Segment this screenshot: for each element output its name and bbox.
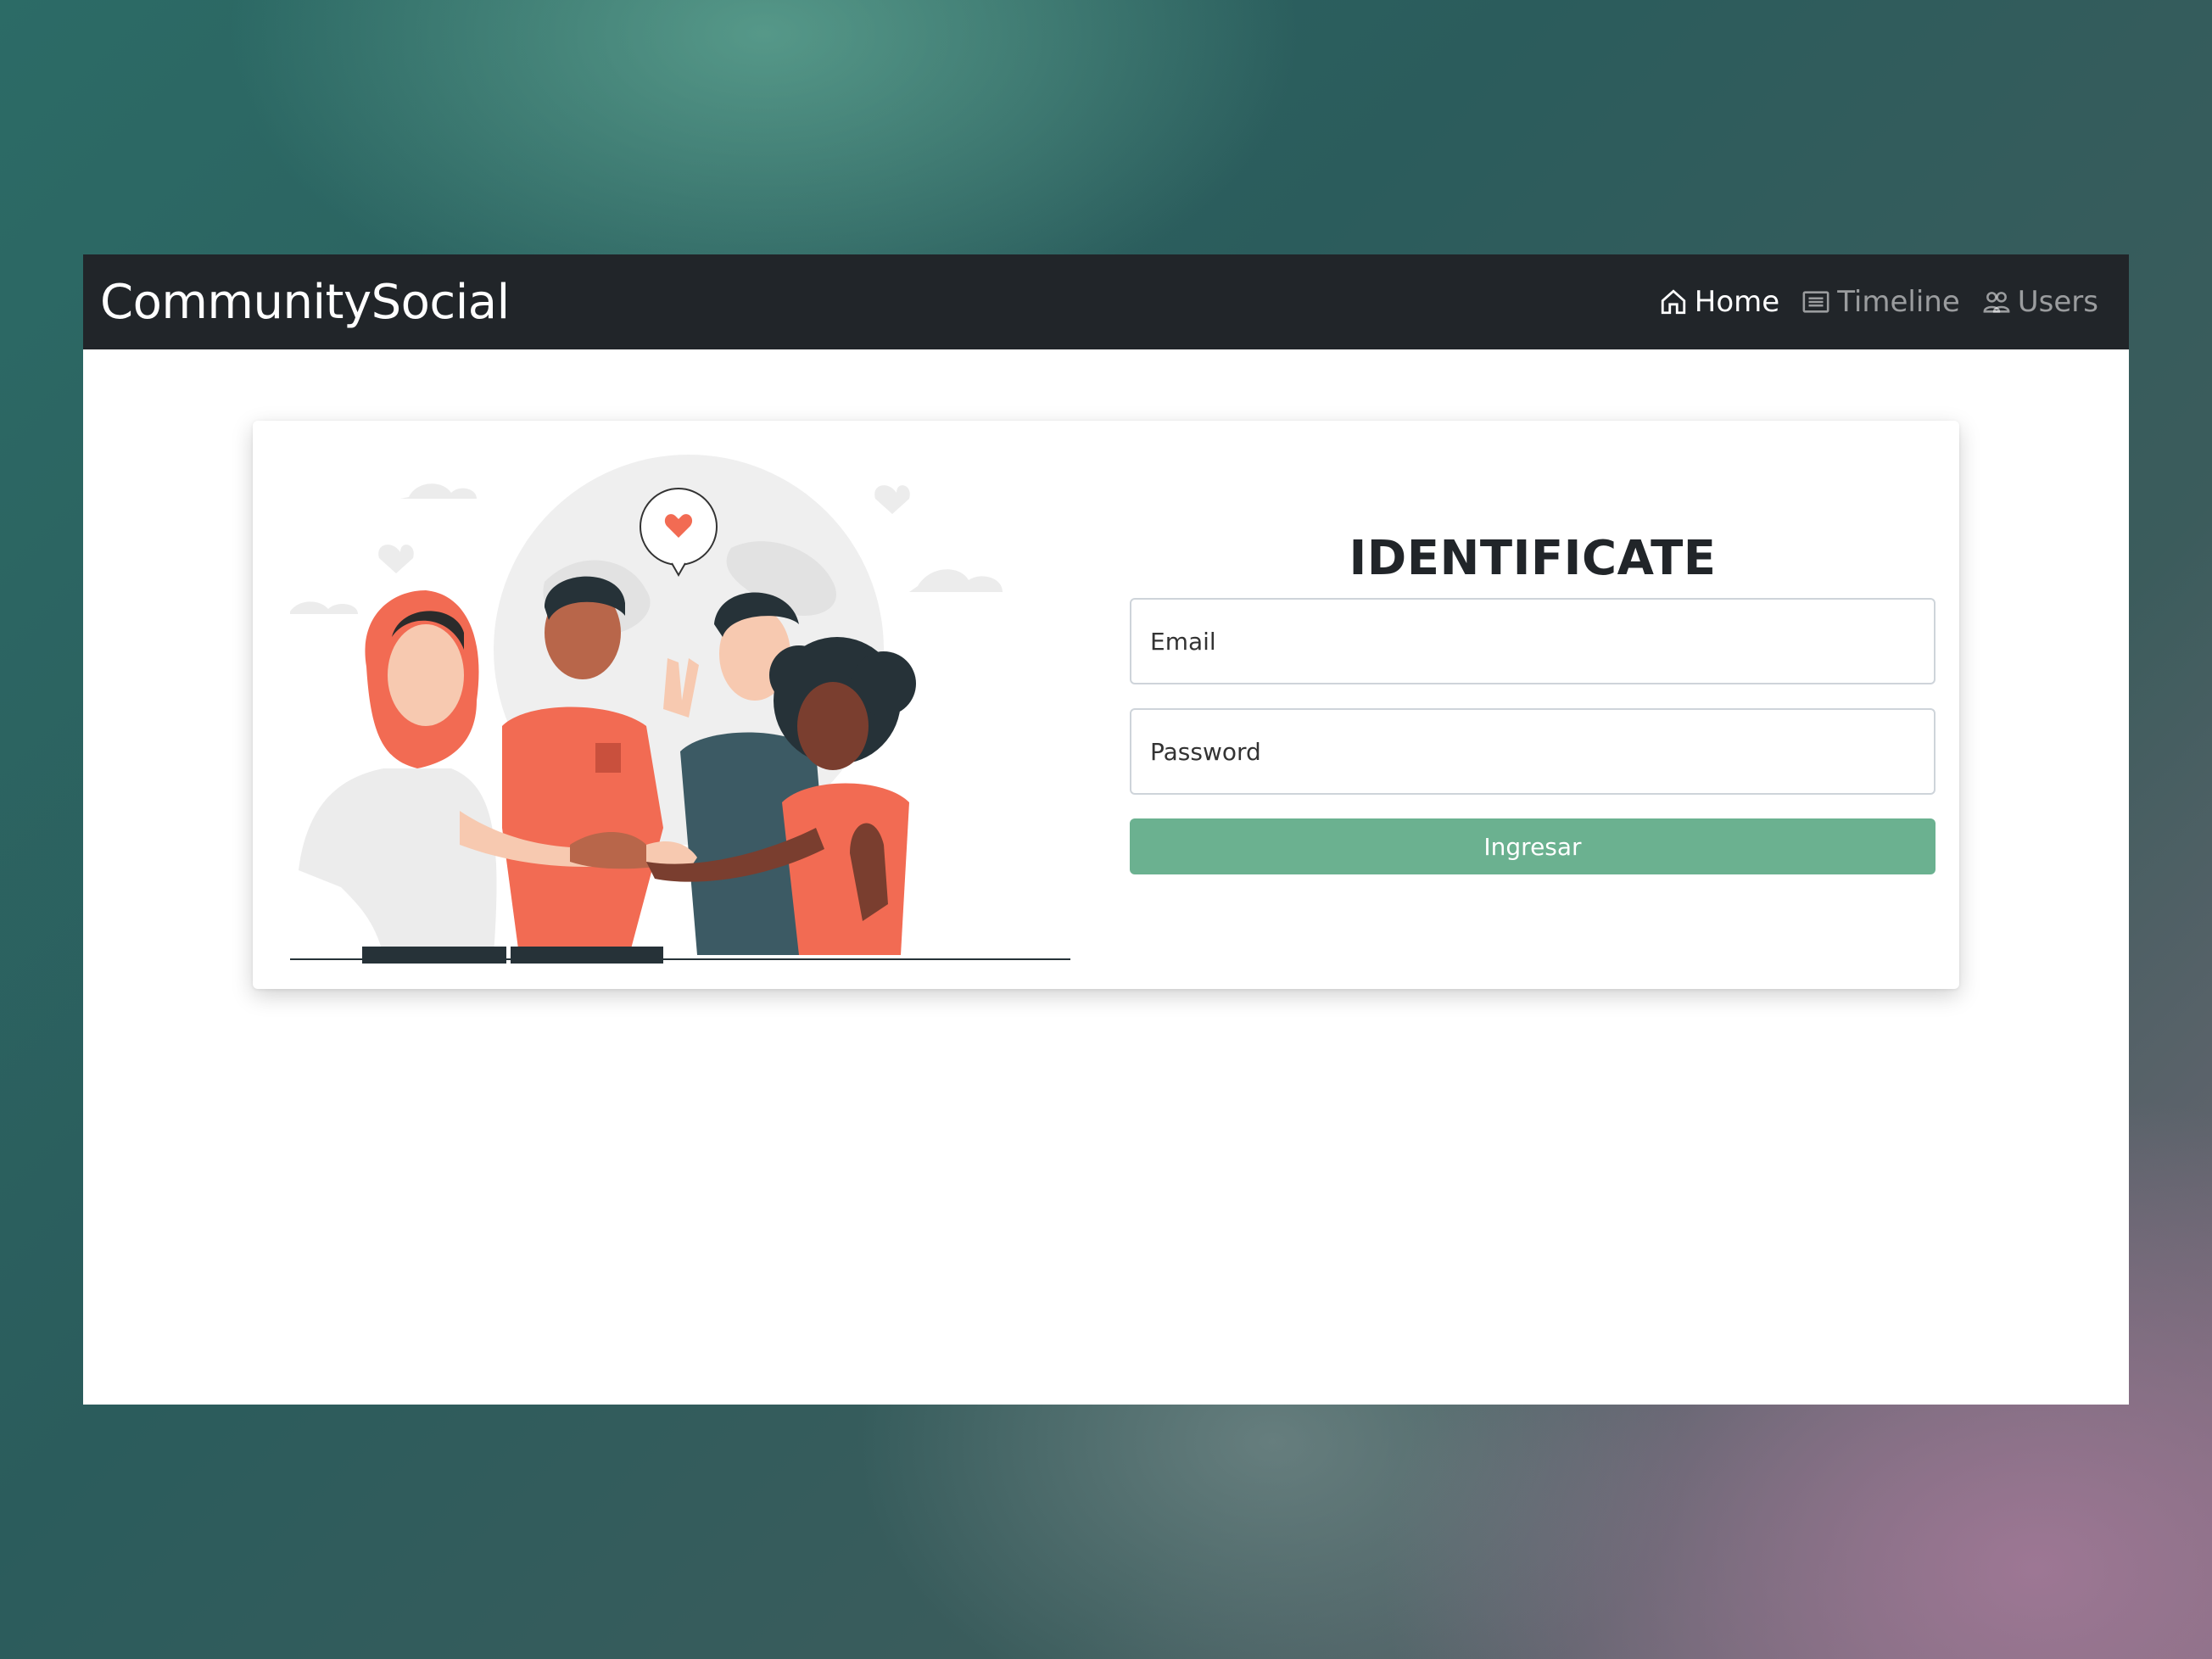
email-field[interactable] — [1130, 598, 1936, 684]
login-form: IDENTIFICATE Ingresar — [1130, 531, 1936, 874]
nav-users[interactable]: Users — [1982, 285, 2098, 319]
login-button[interactable]: Ingresar — [1130, 818, 1936, 874]
users-icon — [1983, 292, 2010, 313]
nav-timeline[interactable]: Timeline — [1801, 285, 1960, 319]
nav-home-label: Home — [1694, 285, 1780, 319]
nav-timeline-label: Timeline — [1837, 285, 1960, 319]
nav-home[interactable]: Home — [1659, 285, 1779, 319]
community-illustration — [290, 455, 1070, 964]
password-field[interactable] — [1130, 708, 1936, 795]
login-title: IDENTIFICATE — [1349, 531, 1717, 586]
brand-logo[interactable]: CommunitySocial — [100, 275, 510, 330]
navbar: CommunitySocial Home Timeline Users — [83, 254, 2129, 349]
login-card: IDENTIFICATE Ingresar — [253, 421, 1959, 989]
home-icon — [1661, 289, 1685, 315]
nav-users-label: Users — [2017, 285, 2098, 319]
list-icon — [1802, 291, 1829, 313]
nav-menu: Home Timeline Users — [1659, 285, 2098, 319]
browser-window: CommunitySocial Home Timeline Users IDEN… — [83, 254, 2129, 1405]
